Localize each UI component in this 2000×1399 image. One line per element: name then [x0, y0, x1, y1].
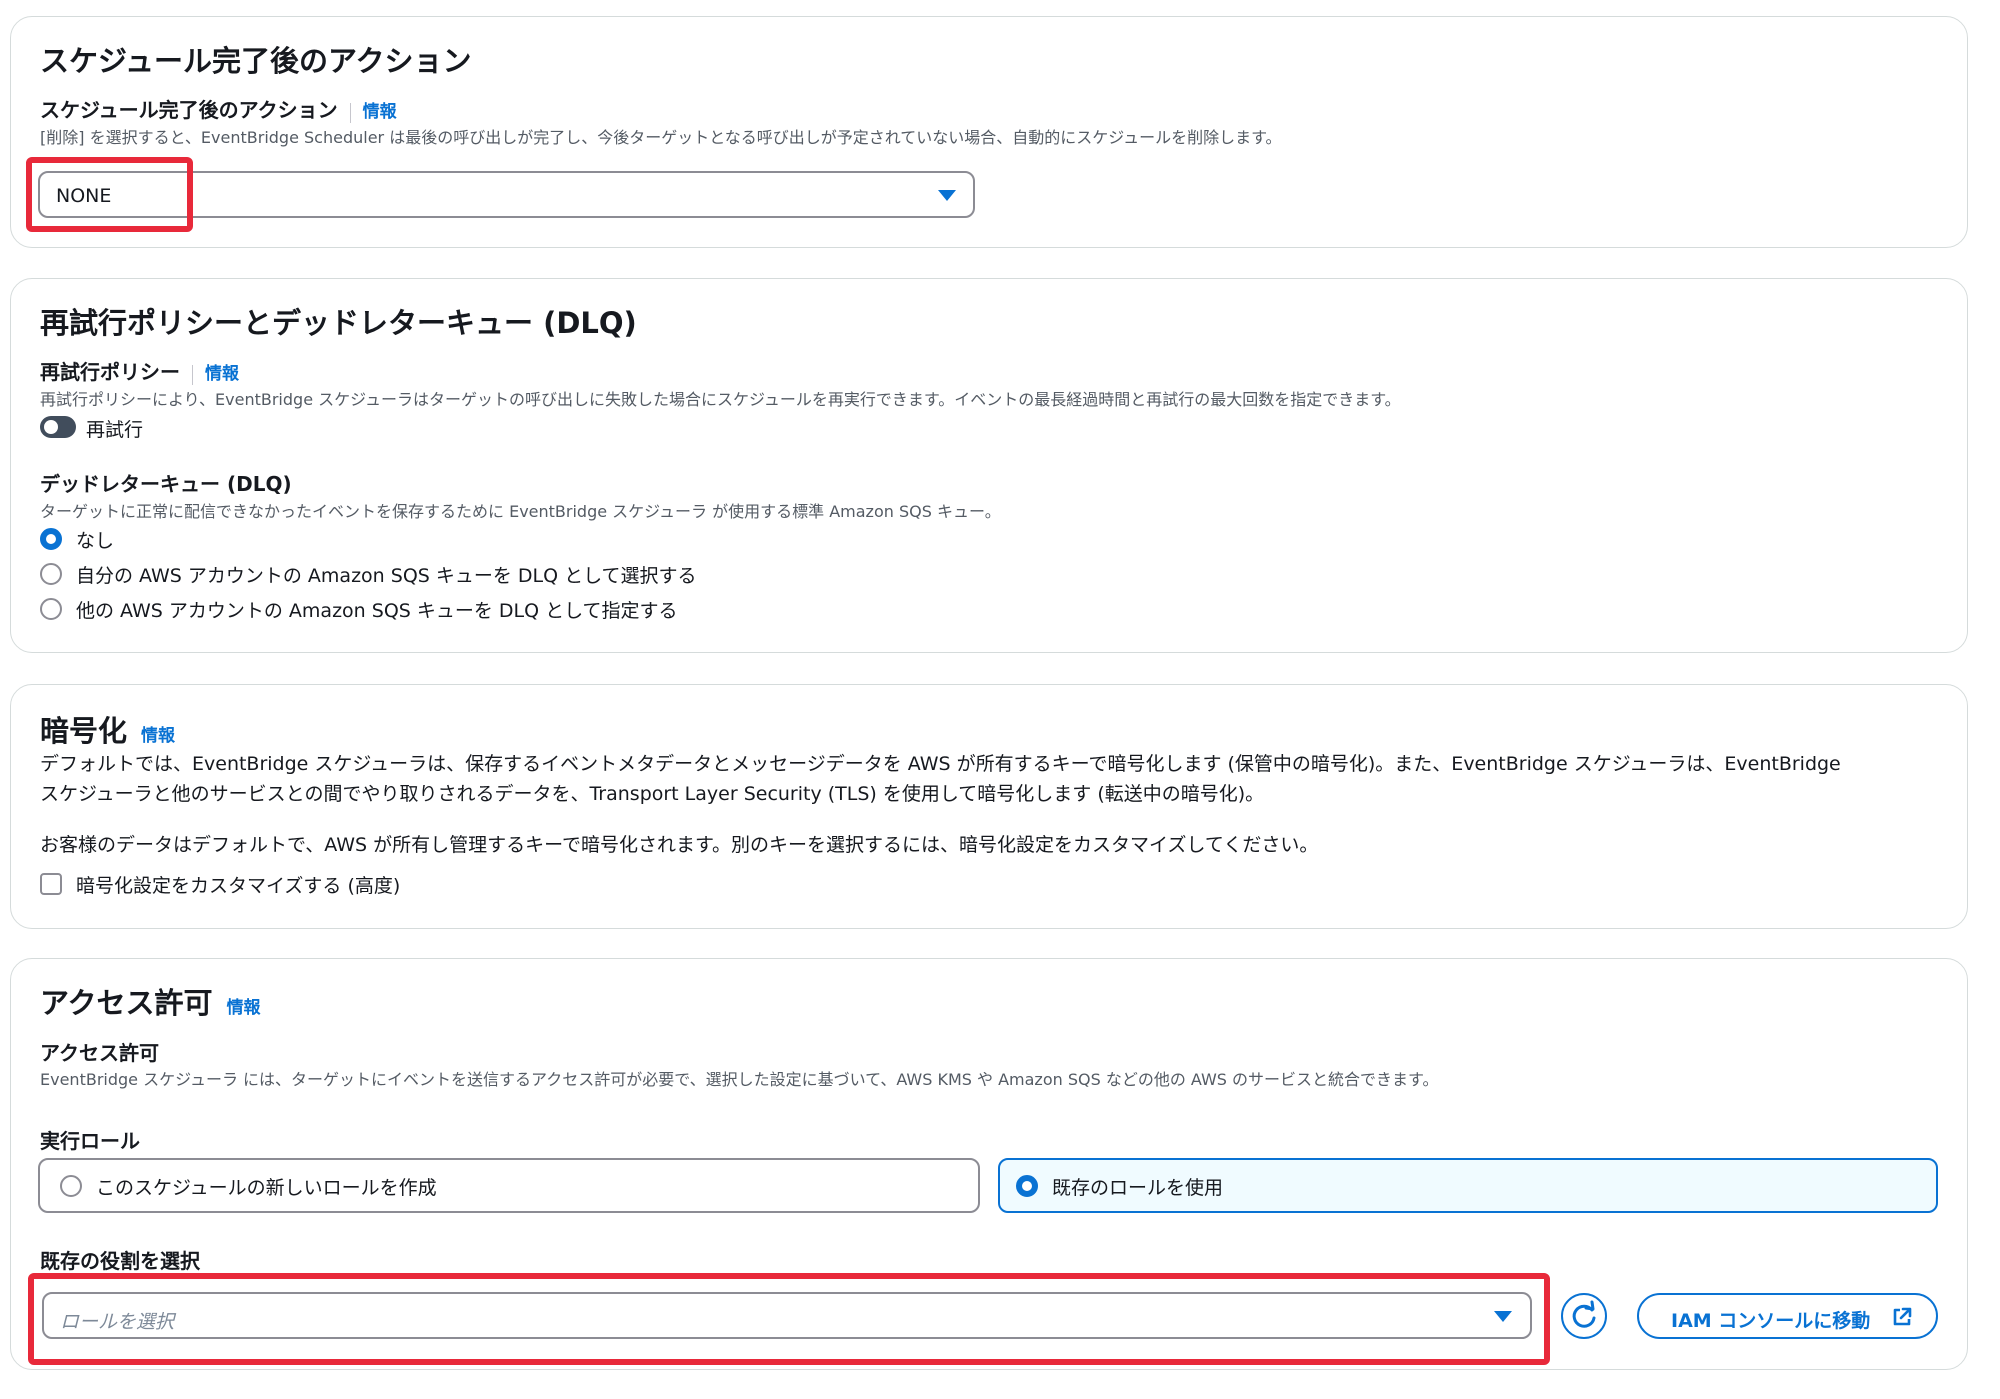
- role-option-use-existing-label: 既存のロールを使用: [1052, 1177, 1224, 1199]
- iam-console-button-label: IAM コンソールに移動: [1671, 1310, 1871, 1332]
- label-separator: [192, 364, 193, 385]
- access-title-row: アクセス許可 情報: [40, 980, 261, 1022]
- access-description: EventBridge スケジューラ には、ターゲットにイベントを送信するアクセ…: [40, 1070, 1439, 1089]
- role-option-create-new-label: このスケジュールの新しいロールを作成: [96, 1177, 437, 1199]
- dlq-radio-other-account[interactable]: [40, 598, 62, 620]
- encryption-paragraph-1-line-1: デフォルトでは、EventBridge スケジューラは、保存するイベントメタデー…: [40, 753, 1841, 775]
- completion-info-link[interactable]: 情報: [363, 102, 397, 122]
- completion-action-label-row: スケジュール完了後のアクション 情報: [40, 94, 397, 123]
- existing-role-label: 既存の役割を選択: [40, 1249, 200, 1273]
- refresh-icon: [1572, 1300, 1596, 1328]
- customize-encryption-label: 暗号化設定をカスタマイズする (高度): [76, 875, 401, 897]
- iam-console-button[interactable]: IAM コンソールに移動: [1637, 1293, 1938, 1339]
- caret-down-icon: [938, 190, 956, 201]
- label-separator: [349, 102, 351, 123]
- external-link-icon: [1893, 1307, 1912, 1326]
- access-title: アクセス許可: [40, 986, 213, 1020]
- encryption-info-link[interactable]: 情報: [141, 726, 175, 746]
- role-radio-use-existing[interactable]: [1016, 1175, 1038, 1197]
- dlq-radio-own-account[interactable]: [40, 563, 62, 585]
- retry-info-link[interactable]: 情報: [205, 364, 239, 384]
- retry-toggle-label: 再試行: [86, 419, 144, 441]
- role-option-create-new[interactable]: このスケジュールの新しいロールを作成: [38, 1158, 980, 1213]
- encryption-paragraph-2: お客様のデータはデフォルトで、AWS が所有し管理するキーで暗号化されます。別の…: [40, 834, 1319, 856]
- customize-encryption-checkbox[interactable]: [40, 873, 62, 895]
- dlq-description: ターゲットに正常に配信できなかったイベントを保存するために EventBridg…: [40, 502, 1001, 521]
- retry-policy-label-row: 再試行ポリシー 情報: [40, 356, 239, 385]
- encryption-paragraph-1-line-2: スケジューラと他のサービスとの間でやり取りされるデータを、Transport L…: [40, 783, 1265, 805]
- highlight-box-role-select: [28, 1273, 1550, 1365]
- completion-action-title: スケジュール完了後のアクション: [40, 44, 472, 78]
- completion-action-description: [削除] を選択すると、EventBridge Scheduler は最後の呼び…: [40, 128, 1282, 147]
- encryption-title: 暗号化: [40, 714, 128, 748]
- dlq-label: デッドレターキュー (DLQ): [40, 472, 292, 496]
- dlq-option-other-account-label: 他の AWS アカウントの Amazon SQS キューを DLQ として指定す…: [76, 600, 678, 622]
- retry-dlq-title: 再試行ポリシーとデッドレターキュー (DLQ): [40, 306, 637, 340]
- execution-role-label: 実行ロール: [40, 1129, 140, 1153]
- access-sub-label: アクセス許可: [40, 1041, 159, 1065]
- dlq-radio-none[interactable]: [40, 528, 62, 550]
- refresh-roles-button[interactable]: [1561, 1293, 1607, 1339]
- retry-policy-description: 再試行ポリシーにより、EventBridge スケジューラはターゲットの呼び出し…: [40, 390, 1401, 409]
- retry-toggle[interactable]: [40, 416, 76, 438]
- dlq-option-own-account-label: 自分の AWS アカウントの Amazon SQS キューを DLQ として選択…: [76, 565, 697, 587]
- retry-policy-label: 再試行ポリシー: [40, 360, 180, 384]
- encryption-title-row: 暗号化 情報: [40, 708, 175, 750]
- completion-action-label: スケジュール完了後のアクション: [40, 98, 338, 122]
- role-radio-create-new[interactable]: [60, 1175, 82, 1197]
- highlight-box-none: [26, 157, 193, 232]
- dlq-option-none-label: なし: [76, 530, 115, 552]
- access-info-link[interactable]: 情報: [227, 998, 261, 1018]
- role-option-use-existing[interactable]: 既存のロールを使用: [998, 1158, 1938, 1213]
